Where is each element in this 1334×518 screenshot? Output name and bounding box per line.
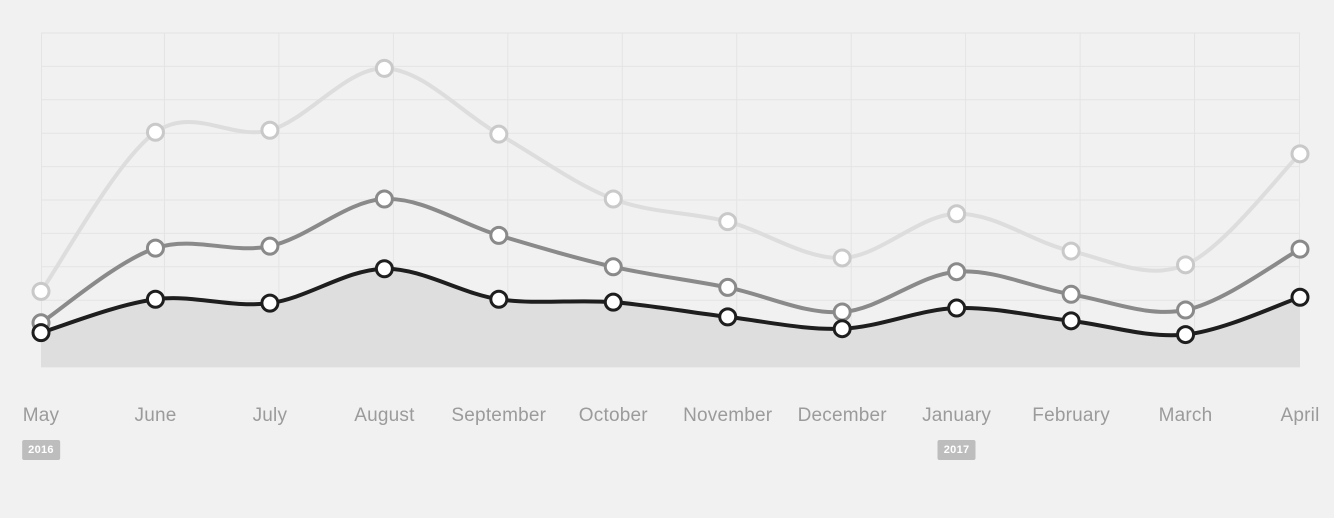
data-point-marker[interactable]: August: 304 — [374, 58, 394, 78]
data-point-marker[interactable]: December: 56 — [832, 302, 852, 322]
data-point-marker[interactable]: June: 239 — [145, 122, 165, 142]
data-point-marker[interactable]: September: 134 — [489, 225, 509, 245]
data-point-marker[interactable]: February: 118 — [1061, 241, 1081, 261]
data-point-marker[interactable]: January: 156 — [947, 204, 967, 224]
data-point-marker[interactable]: November: 51 — [718, 307, 738, 327]
data-point-marker[interactable]: March: 58 — [1176, 300, 1196, 320]
data-point-marker[interactable]: April: 71 — [1290, 287, 1310, 307]
data-point-marker[interactable]: March: 104 — [1176, 255, 1196, 275]
data-point-marker[interactable]: June: 69 — [145, 289, 165, 309]
data-point-marker[interactable]: June: 121 — [145, 238, 165, 258]
data-point-marker[interactable]: November: 81 — [718, 277, 738, 297]
data-point-marker[interactable]: September: 237 — [489, 124, 509, 144]
data-point-marker[interactable]: July: 123 — [260, 236, 280, 256]
data-point-marker[interactable]: August: 171 — [374, 189, 394, 209]
data-point-marker[interactable]: December: 111 — [832, 248, 852, 268]
data-point-marker[interactable]: July: 241 — [260, 120, 280, 140]
data-point-marker[interactable]: January: 60 — [947, 298, 967, 318]
data-point-marker[interactable]: August: 100 — [374, 259, 394, 279]
data-point-marker[interactable]: March: 33 — [1176, 325, 1196, 345]
data-point-marker[interactable]: January: 97 — [947, 262, 967, 282]
data-point-marker[interactable]: October: 171 — [603, 189, 623, 209]
line-chart-plot[interactable]: May: 77 June: 239 July: 241 August: 304 Sept… — [0, 0, 1334, 518]
data-point-marker[interactable]: November: 148 — [718, 212, 738, 232]
data-point-marker[interactable]: December: 39 — [832, 319, 852, 339]
chart-container: May: 77 June: 239 July: 241 August: 304 Sept… — [0, 0, 1334, 518]
data-point-marker[interactable]: April: 217 — [1290, 144, 1310, 164]
data-point-marker[interactable]: May: 77 — [31, 281, 51, 301]
data-point-marker[interactable]: July: 65 — [260, 293, 280, 313]
data-point-marker[interactable]: September: 69 — [489, 289, 509, 309]
data-point-marker[interactable]: February: 74 — [1061, 284, 1081, 304]
data-point-marker[interactable]: April: 120 — [1290, 239, 1310, 259]
data-point-marker[interactable]: May: 35 — [31, 323, 51, 343]
data-point-marker[interactable]: October: 102 — [603, 257, 623, 277]
data-point-marker[interactable]: February: 47 — [1061, 311, 1081, 331]
data-point-marker[interactable]: October: 66 — [603, 292, 623, 312]
